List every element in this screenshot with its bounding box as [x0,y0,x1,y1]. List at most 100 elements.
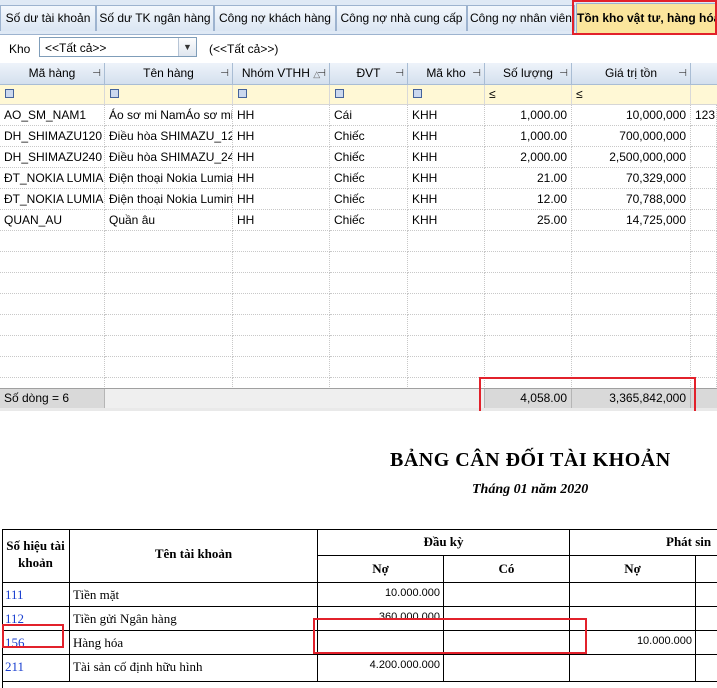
cell-item-name[interactable] [105,252,233,273]
filter-cell-item-name[interactable] [105,85,233,104]
table-row[interactable]: DH_SHIMAZU120 Điều hòa SHIMAZU_12 HH Chiếc K… [0,126,717,147]
cell-item-name[interactable]: Điện thoại Nokia Lumia [105,168,233,189]
table-row[interactable]: DH_SHIMAZU240 Điều hòa SHIMAZU_24 HH Chiếc K… [0,147,717,168]
cell-item-group[interactable]: HH [233,147,330,168]
cell-warehouse[interactable] [408,294,485,315]
cell-warehouse[interactable] [408,315,485,336]
cell-warehouse[interactable]: KHH [408,147,485,168]
cell-unit[interactable] [330,357,408,378]
chevron-down-icon[interactable]: ▼ [178,38,196,56]
column-header-item-code[interactable]: Mã hàng ⊣ [0,63,105,85]
cell-quantity[interactable] [485,252,572,273]
cell-quantity[interactable] [485,273,572,294]
tab-employee-debt[interactable]: Công nợ nhân viên [467,5,575,31]
cell-quantity[interactable]: 2,000.00 [485,147,572,168]
tab-supplier-debt[interactable]: Công nợ nhà cung cấp [336,5,467,31]
cell-unit[interactable] [330,252,408,273]
tab-bank-balance[interactable]: Số dư TK ngân hàng [96,5,214,31]
cell-item-group[interactable] [233,336,330,357]
cell-value[interactable] [572,231,691,252]
column-header-warehouse[interactable]: Mã kho ⊣ [408,63,485,85]
filter-cell-value[interactable]: ≤ [572,85,691,104]
cell-item-name[interactable]: Điều hòa SHIMAZU_12 [105,126,233,147]
column-header-extra[interactable] [691,63,717,85]
cell-item-name[interactable] [105,273,233,294]
cell-warehouse[interactable] [408,231,485,252]
table-row[interactable]: ĐT_NOKIA LUMIA Điện thoại Nokia Lumia HH Ch… [0,168,717,189]
table-row[interactable] [0,357,717,378]
pin-icon[interactable]: ⊣ [678,63,687,84]
filter-icon[interactable] [110,89,119,98]
account-no-cell[interactable]: 111 [2,583,70,607]
cell-value[interactable] [572,357,691,378]
cell-item-group[interactable] [233,252,330,273]
pin-icon[interactable]: ⊣ [317,63,326,84]
cell-warehouse[interactable]: KHH [408,105,485,126]
cell-quantity[interactable]: 1,000.00 [485,105,572,126]
cell-warehouse[interactable] [408,273,485,294]
cell-extra[interactable] [691,336,717,357]
table-row[interactable]: AO_SM_NAM1 Áo sơ mi NamÁo sơ mi HH Cái KHH 1,… [0,105,717,126]
cell-value[interactable] [572,252,691,273]
filter-icon[interactable] [413,89,422,98]
cell-unit[interactable] [330,273,408,294]
cell-item-group[interactable]: HH [233,210,330,231]
pin-icon[interactable]: ⊣ [220,63,229,84]
filter-operator[interactable]: ≤ [489,87,496,101]
cell-item-code[interactable]: DH_SHIMAZU240 [0,147,105,168]
cell-value[interactable]: 10,000,000 [572,105,691,126]
cell-value[interactable] [572,294,691,315]
cell-quantity[interactable]: 12.00 [485,189,572,210]
cell-item-name[interactable] [105,231,233,252]
account-no-cell[interactable]: 211 [2,655,70,682]
table-row[interactable] [0,231,717,252]
cell-item-code[interactable] [0,273,105,294]
cell-value[interactable] [572,336,691,357]
cell-extra[interactable] [691,168,717,189]
cell-item-code[interactable] [0,336,105,357]
cell-item-group[interactable] [233,294,330,315]
table-row[interactable] [0,294,717,315]
cell-unit[interactable] [330,231,408,252]
filter-cell-warehouse[interactable] [408,85,485,104]
cell-item-code[interactable] [0,294,105,315]
cell-quantity[interactable]: 25.00 [485,210,572,231]
cell-item-name[interactable] [105,315,233,336]
cell-unit[interactable]: Chiếc [330,126,408,147]
cell-quantity[interactable]: 21.00 [485,168,572,189]
cell-extra[interactable] [691,147,717,168]
pin-icon[interactable]: ⊣ [92,63,101,84]
warehouse-select[interactable]: <<Tất cả>> ▼ [39,37,197,57]
cell-item-code[interactable] [0,315,105,336]
table-row[interactable] [0,273,717,294]
cell-item-group[interactable] [233,357,330,378]
cell-warehouse[interactable]: KHH [408,168,485,189]
cell-quantity[interactable] [485,231,572,252]
tab-inventory[interactable]: Tồn kho vật tư, hàng hóa [576,3,717,33]
cell-item-code[interactable]: QUAN_AU [0,210,105,231]
cell-value[interactable]: 700,000,000 [572,126,691,147]
cell-item-name[interactable]: Quần âu [105,210,233,231]
cell-value[interactable] [572,315,691,336]
cell-item-name[interactable]: Điều hòa SHIMAZU_24 [105,147,233,168]
cell-item-name[interactable] [105,294,233,315]
cell-unit[interactable]: Chiếc [330,189,408,210]
account-no-cell[interactable]: 112 [2,607,70,631]
pin-icon[interactable]: ⊣ [559,63,568,84]
filter-icon[interactable] [238,89,247,98]
cell-unit[interactable] [330,336,408,357]
pin-icon[interactable]: ⊣ [472,63,481,84]
cell-extra[interactable]: 123 [691,105,717,126]
cell-extra[interactable] [691,252,717,273]
cell-extra[interactable] [691,189,717,210]
cell-item-name[interactable] [105,336,233,357]
cell-item-code[interactable]: DH_SHIMAZU120 [0,126,105,147]
cell-item-code[interactable] [0,357,105,378]
cell-item-code[interactable]: AO_SM_NAM1 [0,105,105,126]
filter-icon[interactable] [335,89,344,98]
cell-item-code[interactable] [0,231,105,252]
column-header-item-group[interactable]: Nhóm VTHH △ ⊣ [233,63,330,85]
cell-unit[interactable]: Chiếc [330,147,408,168]
cell-item-name[interactable] [105,357,233,378]
cell-warehouse[interactable]: KHH [408,189,485,210]
